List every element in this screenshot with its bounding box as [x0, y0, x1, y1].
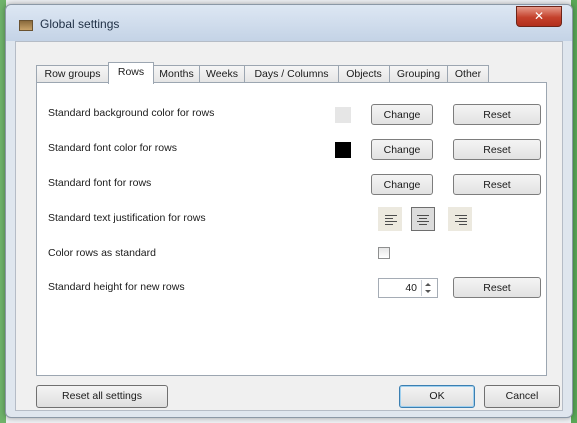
color-rows-label: Color rows as standard: [48, 247, 156, 259]
spin-up-icon[interactable]: [425, 283, 431, 286]
bg-color-label: Standard background color for rows: [48, 107, 215, 119]
tab-months[interactable]: Months: [153, 65, 200, 83]
spin-down-icon[interactable]: [425, 290, 431, 293]
bg-color-change-button[interactable]: Change: [371, 104, 433, 125]
row-height-reset-button[interactable]: Reset: [453, 277, 541, 298]
title-bar[interactable]: Global settings ✕: [6, 5, 572, 41]
dialog-client-area: Row groups Rows Months Weeks Days / Colu…: [15, 41, 563, 411]
font-color-swatch: [335, 142, 351, 158]
app-icon: [19, 20, 33, 31]
font-change-button[interactable]: Change: [371, 174, 433, 195]
font-color-change-button[interactable]: Change: [371, 139, 433, 160]
bg-color-swatch: [335, 107, 351, 123]
bg-color-reset-button[interactable]: Reset: [453, 104, 541, 125]
align-center-icon[interactable]: [411, 207, 435, 231]
row-height-stepper[interactable]: 40: [378, 278, 438, 298]
rows-tab-panel: Standard background color for rows Chang…: [36, 82, 547, 376]
tab-objects[interactable]: Objects: [338, 65, 390, 83]
tab-weeks[interactable]: Weeks: [199, 65, 245, 83]
tab-other[interactable]: Other: [447, 65, 489, 83]
align-right-icon[interactable]: [448, 207, 472, 231]
cancel-button[interactable]: Cancel: [484, 385, 560, 408]
tab-days-columns[interactable]: Days / Columns: [244, 65, 339, 83]
global-settings-dialog: Global settings ✕ Row groups Rows Months…: [5, 4, 573, 418]
font-label: Standard font for rows: [48, 177, 152, 189]
reset-all-settings-button[interactable]: Reset all settings: [36, 385, 168, 408]
font-color-label: Standard font color for rows: [48, 142, 177, 154]
justification-label: Standard text justification for rows: [48, 212, 206, 224]
row-height-spin-buttons[interactable]: [421, 280, 436, 296]
dialog-title: Global settings: [40, 17, 120, 31]
tab-row-groups[interactable]: Row groups: [36, 65, 109, 83]
tab-grouping[interactable]: Grouping: [389, 65, 448, 83]
align-left-icon[interactable]: [378, 207, 402, 231]
row-height-label: Standard height for new rows: [48, 281, 185, 293]
row-height-value[interactable]: 40: [405, 282, 417, 294]
ok-button[interactable]: OK: [399, 385, 475, 408]
font-reset-button[interactable]: Reset: [453, 174, 541, 195]
color-rows-checkbox[interactable]: [378, 247, 390, 259]
tab-rows[interactable]: Rows: [108, 62, 154, 84]
close-button[interactable]: ✕: [516, 6, 562, 27]
font-color-reset-button[interactable]: Reset: [453, 139, 541, 160]
